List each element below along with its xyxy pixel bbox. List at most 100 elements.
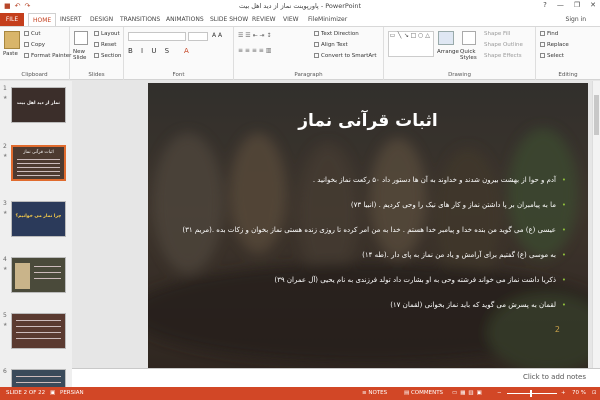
zoom-out-button[interactable]: − [497,390,502,396]
text-direction-button[interactable]: Text Direction [314,31,359,37]
quick-styles-icon[interactable] [462,31,476,45]
convert-smartart-button[interactable]: Convert to SmartArt [314,53,377,59]
fit-slide-icon[interactable]: ⊡ [592,390,597,396]
tab-insert[interactable]: INSERT [60,13,81,26]
slide-thumbnail-2[interactable]: اثبات قرآنی نماز [11,145,66,181]
slide-bullet-list[interactable]: • آدم و حوا از بهشت بیرون شدند و خداوند ب… [166,175,566,325]
help-button[interactable]: ? [543,1,547,9]
font-format-buttons[interactable]: B I U S [128,47,172,55]
slide-thumbnail-5[interactable] [11,313,66,349]
replace-icon [540,42,545,47]
cut-button[interactable]: Cut [24,31,40,37]
copy-button[interactable]: Copy [24,42,45,48]
bullet-text: به موسی (ع) گفتیم برای آرامش و یاد من نم… [362,251,556,259]
tab-home[interactable]: HOME [28,13,57,26]
align-buttons[interactable]: ≡ ≡ ≡ ≡ ▥ [238,47,271,54]
tab-view[interactable]: VIEW [283,13,299,26]
zoom-slider-knob[interactable] [530,390,532,397]
spellcheck-icon[interactable]: ▣ [50,390,55,396]
zoom-slider[interactable] [507,393,557,394]
transition-star-icon: ★ [3,210,8,216]
thumb-number: 5 [3,312,7,319]
thumb-number: 3 [3,200,7,207]
layout-button[interactable]: Layout [94,31,120,37]
tab-transitions[interactable]: TRANSITIONS [120,13,160,26]
replace-label: Replace [547,42,569,48]
align-text-icon [314,42,319,47]
thumb-text-line [17,175,60,176]
quick-styles-button[interactable]: Quick Styles [460,49,480,61]
arrange-icon[interactable] [438,31,454,45]
text-direction-label: Text Direction [321,31,359,37]
tab-slide-show[interactable]: SLIDE SHOW [210,13,248,26]
zoom-level[interactable]: 70 % [572,390,586,396]
bullet-text: آدم و حوا از بهشت بیرون شدند و خداوند به… [312,176,556,184]
find-button[interactable]: Find [540,31,558,37]
arrange-button[interactable]: Arrange [437,49,459,55]
thumb-image [15,263,30,289]
shape-fill-button[interactable]: Shape Fill [484,31,510,37]
notes-placeholder[interactable]: Click to add notes [523,373,586,381]
zoom-in-button[interactable]: + [561,390,566,396]
brush-icon [24,53,29,58]
editing-group: Find Replace Select Editing [536,27,600,80]
thumb-text-line [17,167,60,168]
replace-button[interactable]: Replace [540,42,569,48]
align-text-button[interactable]: Align Text [314,42,348,48]
notes-pane[interactable]: Click to add notes [72,368,600,387]
font-color-icon[interactable]: A [184,47,189,55]
vertical-scrollbar[interactable] [592,81,600,368]
list-buttons[interactable]: ☰ ☰ ⇤ ⇥ ↕ [238,32,271,39]
minimize-button[interactable]: — [557,1,564,9]
bullet-item: • ذکریا داشت نماز می خواند فرشته وحی به ا… [166,275,566,286]
comments-toggle[interactable]: ▤ COMMENTS [404,390,443,396]
format-painter-button[interactable]: Format Painter [24,53,71,59]
reset-button[interactable]: Reset [94,42,116,48]
shape-outline-button[interactable]: Shape Outline [484,42,523,48]
notes-toggle[interactable]: ≡ NOTES [362,390,387,396]
scrollbar-thumb[interactable] [594,95,599,135]
shape-effects-button[interactable]: Shape Effects [484,53,522,59]
section-button[interactable]: Section [94,53,121,59]
title-bar: ■ ↶ ↷ پاورپوینت نماز از دید اهل بیت - Po… [0,0,600,13]
reset-icon [94,42,99,47]
thumb-text-line [17,163,60,164]
current-slide[interactable]: اثبات قرآنی نماز • آدم و حوا از بهشت بیرو… [148,83,588,371]
select-button[interactable]: Select [540,53,564,59]
clipboard-group: Paste Cut Copy Format Painter Clipboard [0,27,71,80]
slide-thumbnail-3[interactable]: چرا نماز می خوانیم؟ [11,201,66,237]
tab-review[interactable]: REVIEW [252,13,276,26]
thumb-title: اثبات قرآنی نماز [23,150,54,155]
tab-design[interactable]: DESIGN [90,13,113,26]
paste-icon[interactable] [4,31,20,49]
thumb-text-line [16,320,61,321]
sign-in-link[interactable]: Sign in [566,13,586,26]
font-size-input[interactable] [188,32,208,41]
align-text-label: Align Text [321,42,348,48]
thumb-text-line [16,326,61,327]
new-slide-icon[interactable] [74,31,88,45]
tab-fileminimizer[interactable]: FileMinimizer [308,13,347,26]
paragraph-group: ☰ ☰ ⇤ ⇥ ↕ ≡ ≡ ≡ ≡ ▥ Text Direction Align… [234,27,384,80]
grow-font-icon[interactable]: A A [212,32,222,39]
font-name-input[interactable] [128,32,186,41]
bullet-text: عیسی (ع) می گوید من بنده خدا و پیامبر خد… [182,226,556,234]
tab-animations[interactable]: ANIMATIONS [166,13,204,26]
slide-title[interactable]: اثبات قرآنی نماز [148,111,588,131]
maximize-button[interactable]: ❐ [574,1,580,9]
ribbon-tabs: FILE HOME INSERT DESIGN TRANSITIONS ANIM… [0,13,600,26]
paste-button[interactable]: Paste [3,51,18,57]
slide-thumbnail-6[interactable] [11,369,66,387]
bullet-item: • آدم و حوا از بهشت بیرون شدند و خداوند ب… [166,175,566,186]
slide-thumbnail-1[interactable]: نماز از دید اهل بیت [11,87,66,123]
shapes-gallery[interactable]: ▭ ╲ ↘ □ ○ △ [388,31,434,57]
bullet-icon: • [561,226,566,234]
language-indicator[interactable]: PERSIAN [60,390,84,396]
tab-file[interactable]: FILE [0,13,24,26]
slide-thumbnail-4[interactable] [11,257,66,293]
new-slide-button[interactable]: New Slide [73,49,93,61]
close-button[interactable]: ✕ [590,1,596,9]
view-buttons[interactable]: ▭▦▥▣ [452,390,485,396]
copy-icon [24,42,29,47]
thumb-text-line [17,159,60,160]
